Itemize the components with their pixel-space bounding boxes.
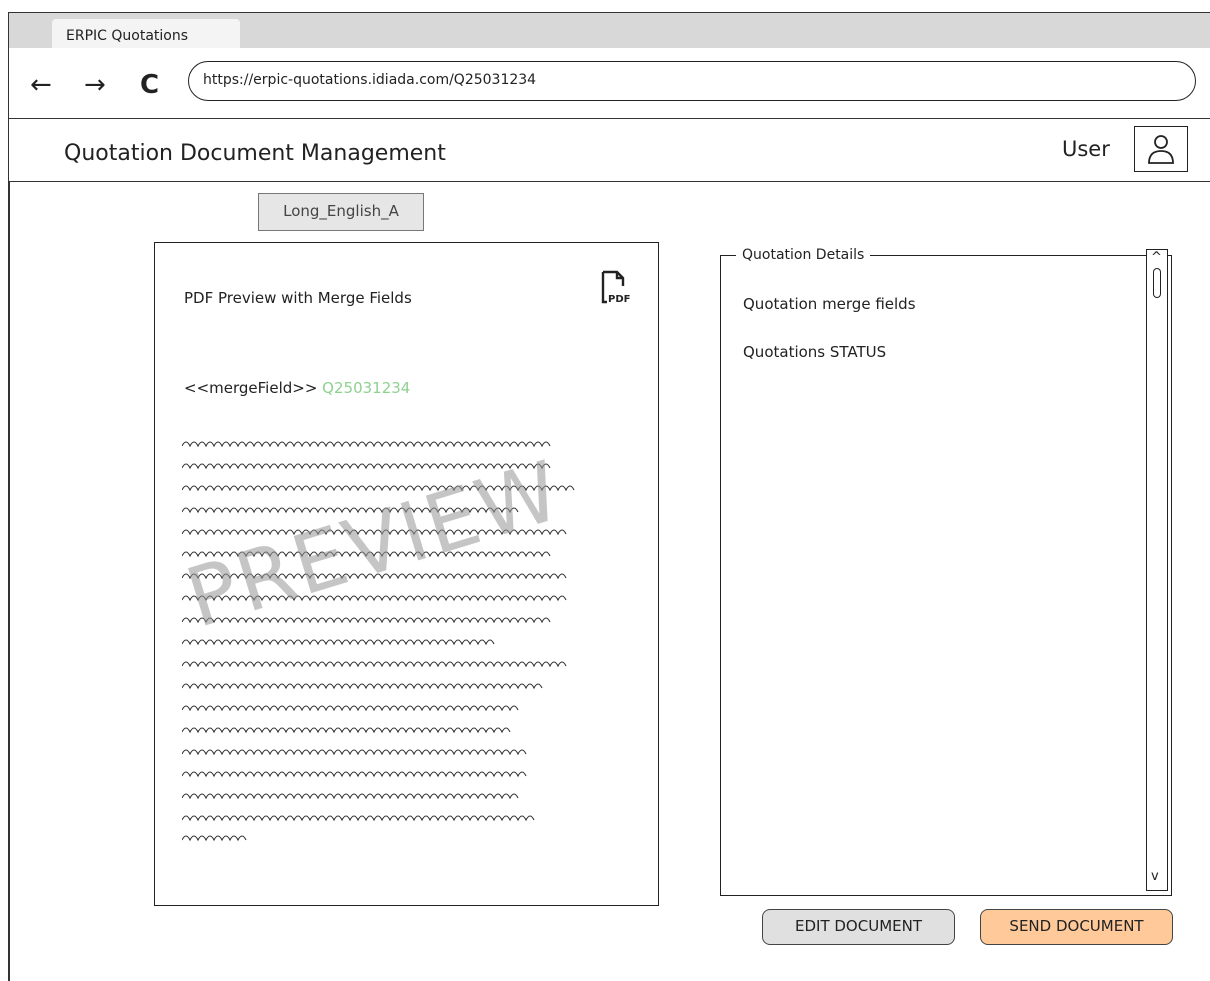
quotation-merge-fields-label: Quotation merge fields	[743, 295, 916, 313]
merge-field-label: <<mergeField>>	[184, 379, 318, 397]
back-icon[interactable]: ←	[30, 70, 52, 100]
edit-document-button[interactable]: EDIT DOCUMENT	[762, 909, 955, 945]
send-document-button[interactable]: SEND DOCUMENT	[980, 909, 1173, 945]
user-label: User	[1062, 137, 1110, 161]
details-scrollbar[interactable]	[1146, 249, 1168, 891]
pdf-icon-label: PDF	[608, 294, 630, 305]
merge-field-value: Q25031234	[322, 379, 411, 397]
forward-icon[interactable]: →	[84, 70, 106, 100]
page-left-border	[8, 182, 10, 981]
pdf-preview-title: PDF Preview with Merge Fields	[184, 289, 412, 307]
pdf-icon: PDF	[597, 268, 637, 308]
quotation-details-legend: Quotation Details	[736, 247, 871, 263]
scroll-thumb[interactable]	[1153, 268, 1161, 298]
scroll-up-icon[interactable]: ^	[1151, 250, 1162, 265]
user-icon[interactable]	[1134, 126, 1188, 172]
address-bar[interactable]: https://erpic-quotations.idiada.com/Q250…	[188, 61, 1196, 101]
browser-tab-title: ERPIC Quotations	[66, 28, 189, 44]
reload-icon[interactable]: C	[140, 70, 159, 100]
quotation-status-label: Quotations STATUS	[743, 343, 887, 361]
template-selector[interactable]: Long_English_A	[258, 193, 424, 231]
merge-field-line: <<mergeField>> Q25031234	[184, 379, 410, 397]
browser-tab[interactable]: ERPIC Quotations	[52, 19, 240, 49]
scroll-down-icon[interactable]: v	[1151, 869, 1159, 884]
page-title: Quotation Document Management	[64, 141, 446, 166]
url-text: https://erpic-quotations.idiada.com/Q250…	[203, 72, 537, 88]
